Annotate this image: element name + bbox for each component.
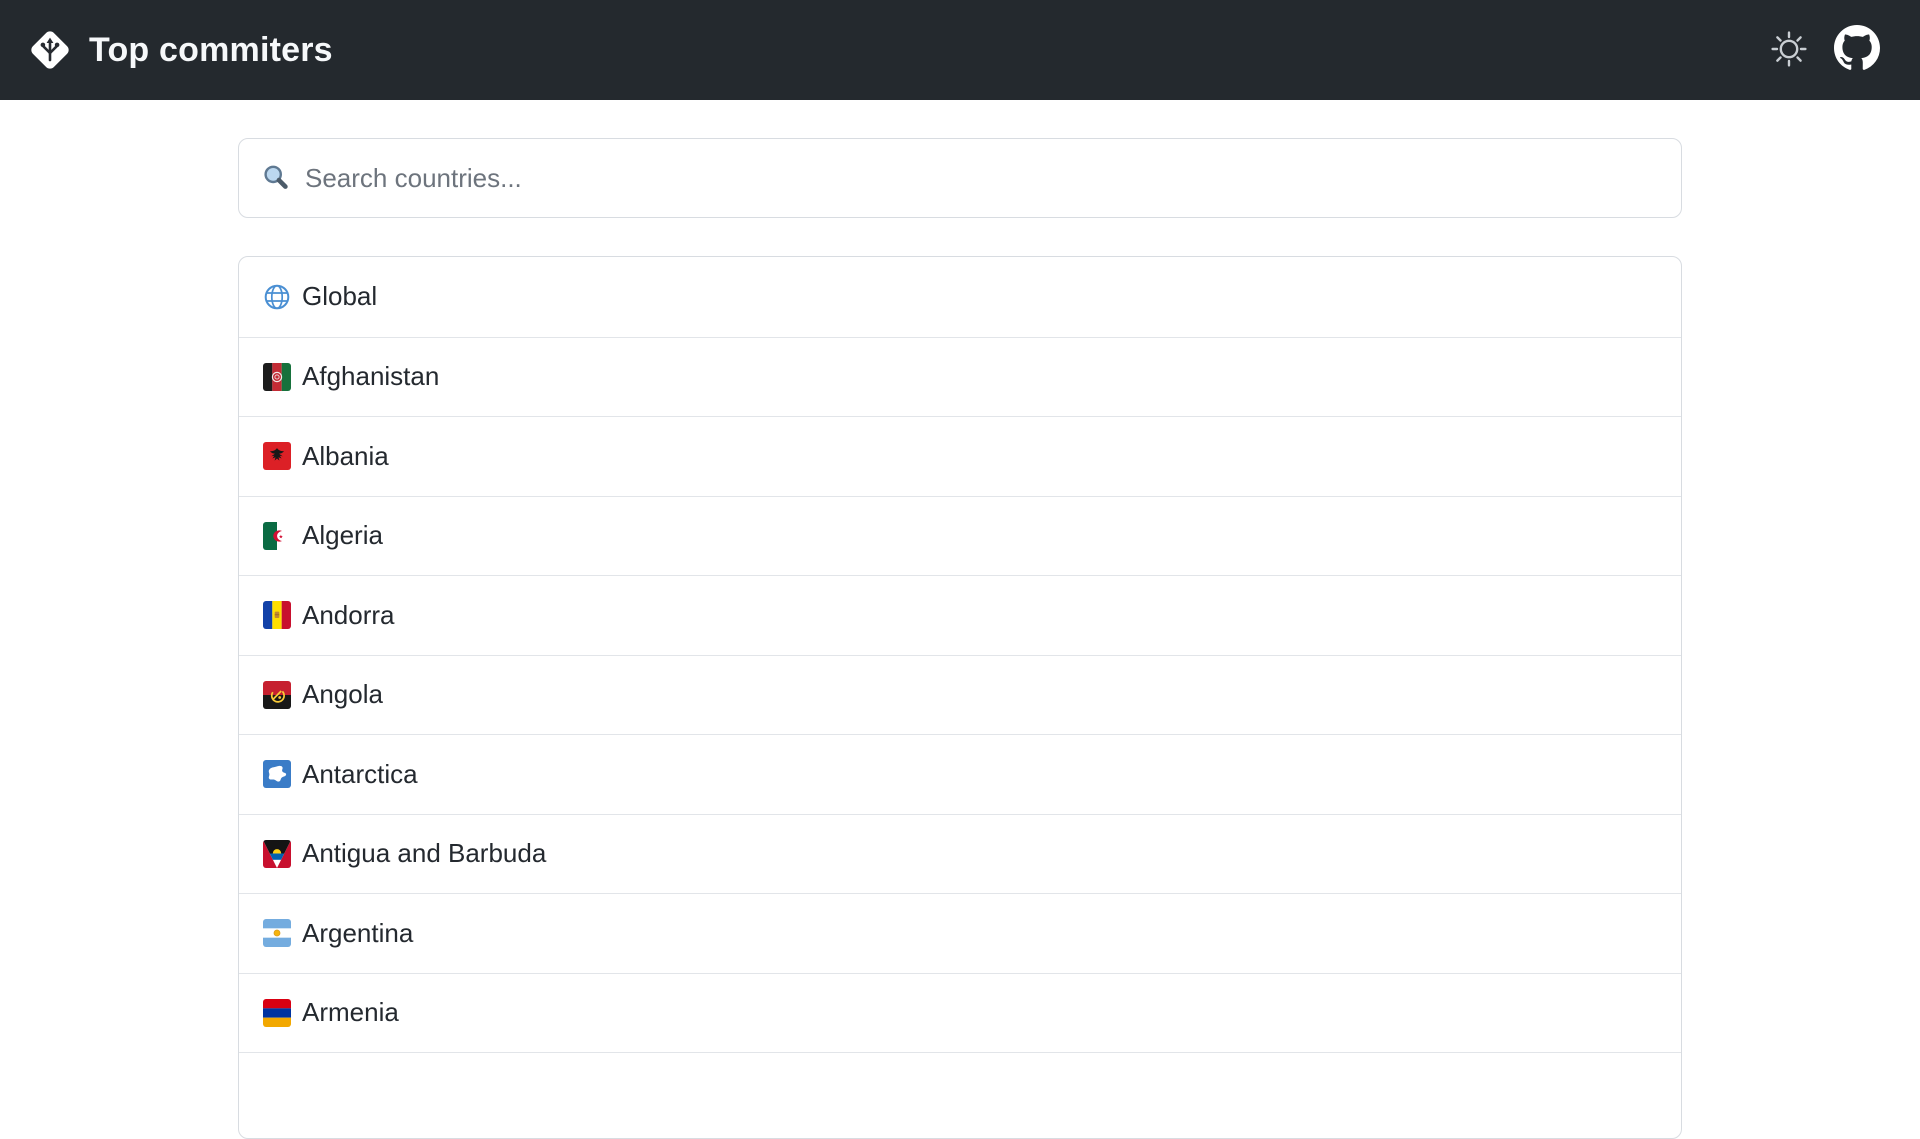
page-title: Top commiters [89,30,333,69]
theme-toggle-button[interactable] [1768,28,1810,73]
country-row[interactable]: Afghanistan [239,336,1681,417]
country-row[interactable]: Global [239,257,1681,337]
country-row[interactable]: Algeria [239,495,1681,576]
dz-flag-icon [263,521,291,550]
search-input[interactable] [303,147,1659,209]
country-name: Global [302,281,378,312]
country-row[interactable]: Angola [239,654,1681,735]
country-list: Global Afghanistan Albania Algeria Andor… [238,256,1682,1139]
ao-flag-icon [263,680,291,709]
country-name: Argentina [302,917,414,948]
af-flag-icon [263,362,291,391]
search-box [238,138,1682,218]
ag-flag-icon [263,839,291,868]
country-name: Albania [302,440,389,471]
am-flag-icon [263,998,291,1027]
country-name: Armenia [302,997,399,1028]
aq-flag-icon [263,760,291,789]
country-row[interactable]: Antarctica [239,734,1681,814]
country-row[interactable]: Antigua and Barbuda [239,813,1681,894]
country-name: Afghanistan [302,361,440,392]
country-row[interactable]: Armenia [239,972,1681,1053]
github-icon [1834,24,1880,76]
sun-icon [1768,28,1810,73]
country-name: Antarctica [302,758,418,789]
app-header: Top commiters [0,0,1920,100]
ar-flag-icon [263,919,291,948]
country-name: Antigua and Barbuda [302,838,547,869]
country-name: Andorra [302,599,395,630]
country-row[interactable]: Argentina [239,893,1681,973]
header-actions [1768,24,1880,76]
main-content: Global Afghanistan Albania Algeria Andor… [238,138,1682,1139]
country-name: Angola [302,679,383,710]
git-logo-icon [26,26,74,74]
al-flag-icon [263,442,291,471]
country-row[interactable]: Andorra [239,575,1681,655]
country-row-partial [239,1052,1681,1138]
globe-icon [263,283,291,311]
brand: Top commiters [26,26,333,74]
country-row[interactable]: Albania [239,416,1681,496]
ad-flag-icon [263,601,291,630]
github-link[interactable] [1834,24,1880,76]
country-name: Algeria [302,520,383,551]
magnifier-icon [261,163,291,193]
